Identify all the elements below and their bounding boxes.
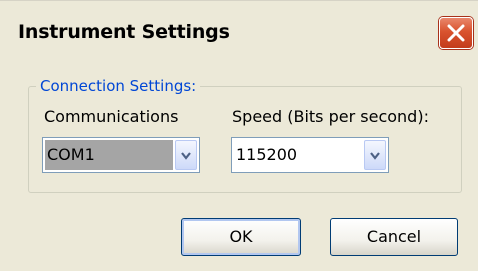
speed-label: Speed (Bits per second): <box>232 107 429 126</box>
group-legend: Connection Settings: <box>36 77 201 95</box>
title-bar[interactable]: Instrument Settings <box>0 1 478 49</box>
communications-select[interactable]: COM1 <box>42 137 200 173</box>
communications-value: COM1 <box>45 140 173 170</box>
window-title: Instrument Settings <box>18 21 230 43</box>
ok-button[interactable]: OK <box>181 218 301 256</box>
communications-label: Communications <box>44 107 179 126</box>
cancel-button[interactable]: Cancel <box>330 218 458 256</box>
close-button[interactable] <box>439 17 473 49</box>
instrument-settings-dialog: Instrument Settings Connection Settings:… <box>0 0 478 271</box>
communications-dropdown-button[interactable] <box>175 140 197 170</box>
speed-dropdown-button[interactable] <box>364 140 386 170</box>
speed-select[interactable]: 115200 <box>231 137 389 173</box>
speed-value: 115200 <box>236 145 298 164</box>
